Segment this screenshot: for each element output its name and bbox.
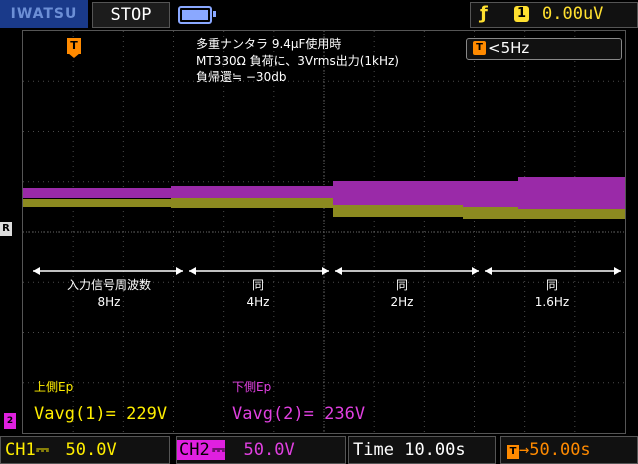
segment-label-2: 同 4Hz xyxy=(188,277,328,311)
note-line-3: 負帰還≒ −30db xyxy=(196,70,287,84)
waveform-display xyxy=(22,30,626,434)
ch2-label: CH2 xyxy=(177,440,212,460)
ch1-average-value: Vavg(1)= 229V xyxy=(34,404,168,424)
ch2-measure-title: 下側Ep xyxy=(232,380,272,394)
trigger-frequency: <5Hz xyxy=(488,39,530,57)
graticule xyxy=(23,31,625,433)
ch2-scale: 50.0V xyxy=(243,440,295,460)
brand-logo: IWATSU xyxy=(0,0,88,28)
segment-1-title: 入力信号周波数 xyxy=(66,278,151,292)
segment-2-freq: 4Hz xyxy=(246,295,270,309)
segment-label-4: 同 1.6Hz xyxy=(484,277,620,311)
ch2-trace-band xyxy=(23,188,171,198)
ch1-trace-band xyxy=(333,205,463,217)
segment-3-freq: 2Hz xyxy=(390,295,414,309)
ch1-trace-band xyxy=(518,209,625,219)
note-line-1: 多重ナンタラ 9.4μF使用時 xyxy=(196,37,342,51)
arrow-right-icon xyxy=(176,267,183,275)
battery-icon xyxy=(178,6,216,24)
trigger-position-marker[interactable]: T xyxy=(67,38,81,54)
segment-2-title: 同 xyxy=(251,278,264,292)
ch1-trace-band xyxy=(23,199,171,207)
ch1-trace-band xyxy=(171,198,333,208)
dc-coupling-icon: ⎓ xyxy=(35,440,50,460)
timebase-scale: 10.00s xyxy=(404,440,466,460)
segment-1-freq: 8Hz xyxy=(97,295,121,309)
arrow-left-icon xyxy=(33,267,40,275)
rising-edge-icon: ƒ xyxy=(480,3,488,24)
segment-label-3: 同 2Hz xyxy=(332,277,472,311)
ch2-ground-marker[interactable]: 2 xyxy=(4,413,16,429)
ch1-label: CH1 xyxy=(5,440,36,460)
segment-3-title: 同 xyxy=(395,278,408,292)
note-line-2: MT330Ω 負荷に、3Vrms出力(1kHz) xyxy=(196,54,399,68)
arrow-left-icon xyxy=(189,267,196,275)
ch2-trace-band xyxy=(333,181,463,205)
ch1-trace-band xyxy=(463,207,518,219)
time-label: Time xyxy=(353,440,394,460)
dc-coupling-icon: ⎓ xyxy=(211,440,226,460)
ch1-scale: 50.0V xyxy=(65,440,117,460)
ch2-trace-band xyxy=(463,181,518,209)
delay-value: 50.00s xyxy=(529,440,591,460)
trigger-icon: T xyxy=(473,41,486,55)
trigger-marker-pointer xyxy=(68,53,80,58)
arrow-right-icon xyxy=(322,267,329,275)
timebase-panel[interactable]: Time 10.00s xyxy=(348,436,496,464)
reference-marker[interactable]: R xyxy=(0,222,12,236)
arrow-left-icon xyxy=(335,267,342,275)
arrow-left-icon xyxy=(485,267,492,275)
ch2-trace-band xyxy=(171,186,333,198)
segment-4-freq: 1.6Hz xyxy=(534,295,570,309)
ch2-average-value: Vavg(2)= 236V xyxy=(232,404,366,424)
run-stop-status[interactable]: STOP xyxy=(92,2,170,28)
trigger-channel-badge: 1 xyxy=(514,6,529,22)
segment-4-title: 同 xyxy=(545,278,558,292)
arrow-right-icon xyxy=(472,267,479,275)
trigger-delay-icon: T xyxy=(507,445,519,459)
ch1-measure-title: 上側Ep xyxy=(34,380,74,394)
arrow-right-icon: → xyxy=(519,440,530,460)
ch1-scale-panel[interactable]: CH1⎓ 50.0V xyxy=(0,436,170,464)
segment-label-1: 入力信号周波数 8Hz xyxy=(34,277,184,311)
arrow-right-icon xyxy=(614,267,621,275)
ch2-scale-panel[interactable]: CH2 ⎓ 50.0V xyxy=(176,436,346,464)
trigger-level: 0.00uV xyxy=(542,4,604,24)
delay-panel[interactable]: T →50.00s xyxy=(500,436,638,464)
